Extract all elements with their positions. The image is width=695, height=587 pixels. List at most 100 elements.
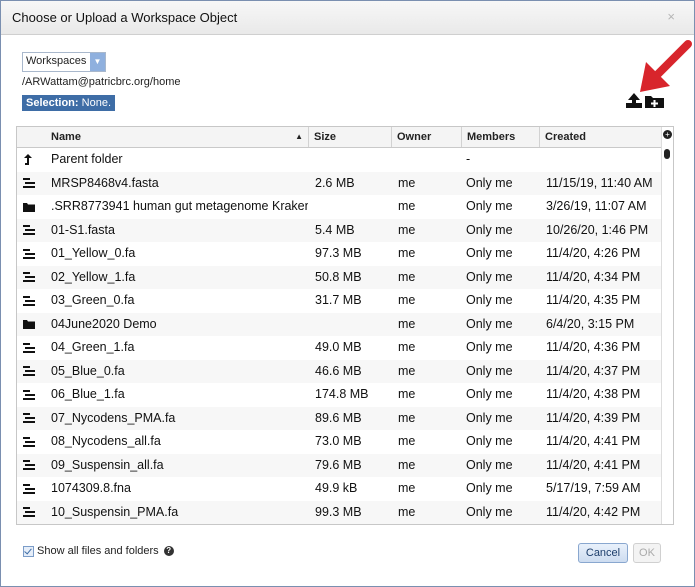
dialog-title: Choose or Upload a Workspace Object bbox=[12, 10, 238, 25]
chevron-down-icon[interactable]: ▼ bbox=[90, 53, 105, 71]
row-size: 89.6 MB bbox=[315, 410, 362, 425]
row-members: Only me bbox=[466, 457, 513, 472]
close-icon[interactable]: × bbox=[667, 9, 675, 24]
table-row[interactable]: Parent folder - bbox=[17, 148, 662, 172]
row-owner: me bbox=[398, 481, 416, 495]
row-owner: me bbox=[398, 410, 416, 425]
column-name-label: Name bbox=[51, 131, 81, 143]
row-members: Only me bbox=[466, 481, 513, 495]
file-icon bbox=[23, 477, 39, 501]
column-chooser-icon[interactable]: + bbox=[663, 130, 672, 139]
row-created: 11/4/20, 4:41 PM bbox=[546, 434, 641, 448]
table-row[interactable]: 07_Nycodens_PMA.fa 89.6 MB me Only me 11/4/2… bbox=[17, 406, 662, 430]
selection-badge: Selection: None. bbox=[22, 95, 115, 111]
table-row[interactable]: 05_Blue_0.fa 46.6 MB me Only me 11/4/20, 4:3… bbox=[17, 359, 662, 384]
sort-ascending-icon[interactable]: ▲ bbox=[295, 127, 303, 147]
row-owner: me bbox=[398, 222, 416, 237]
row-name: 05_Blue_0.fa bbox=[51, 363, 125, 378]
column-header-size[interactable]: Size bbox=[309, 127, 392, 147]
scrollbar-thumb[interactable] bbox=[664, 149, 670, 159]
grid-rows: Parent folder - MRSP8468v4.fasta 2.6 MB me On… bbox=[17, 148, 662, 524]
row-created: 5/17/19, 7:59 AM bbox=[546, 481, 641, 495]
table-row[interactable]: 03_Green_0.fa 31.7 MB me Only me 11/4/20, 4:… bbox=[17, 289, 662, 313]
row-owner: me bbox=[398, 199, 416, 213]
row-created: 3/26/19, 11:07 AM bbox=[546, 199, 647, 213]
row-members: Only me bbox=[466, 434, 513, 448]
row-members: - bbox=[466, 152, 471, 166]
table-row[interactable]: 08_Nycodens_all.fa 73.0 MB me Only me 11/4/2… bbox=[17, 430, 662, 454]
row-name: 10_Suspensin_PMA.fa bbox=[51, 504, 179, 519]
table-row[interactable]: .SRR8773941 human gut metagenome Kraken m… bbox=[17, 195, 662, 219]
row-name: .SRR8773941 human gut metagenome Kraken bbox=[51, 199, 308, 213]
column-header-owner[interactable]: Owner bbox=[392, 127, 462, 147]
column-header-created[interactable]: Created bbox=[540, 127, 662, 147]
row-created: 11/4/20, 4:36 PM bbox=[546, 340, 641, 354]
help-icon[interactable]: ? bbox=[163, 546, 174, 557]
row-owner: me bbox=[398, 387, 416, 401]
table-row[interactable]: 1074309.8.fna 49.9 kB me Only me 5/17/19, 7:… bbox=[17, 477, 662, 501]
table-row[interactable]: 06_Blue_1.fa 174.8 MB me Only me 11/4/20, 4:… bbox=[17, 383, 662, 407]
cancel-button[interactable]: Cancel bbox=[578, 543, 628, 563]
file-icon bbox=[23, 172, 39, 196]
show-all-option[interactable]: Show all files and folders ? bbox=[23, 545, 174, 557]
row-name: 03_Green_0.fa bbox=[51, 293, 135, 307]
row-members: Only me bbox=[466, 340, 513, 354]
grid-scrollbar[interactable]: + bbox=[661, 127, 673, 524]
row-created: 11/4/20, 4:37 PM bbox=[546, 363, 641, 378]
row-size bbox=[315, 313, 393, 337]
row-name: 01-S1.fasta bbox=[51, 222, 115, 237]
annotation-arrow-icon bbox=[640, 40, 692, 92]
column-header-name[interactable]: Name ▲ bbox=[17, 127, 309, 147]
file-icon bbox=[23, 289, 39, 313]
row-size: 97.3 MB bbox=[315, 246, 362, 260]
row-size: 50.8 MB bbox=[315, 269, 362, 284]
row-size: 99.3 MB bbox=[315, 504, 362, 519]
table-row[interactable]: 04_Green_1.fa 49.0 MB me Only me 11/4/20, 4:… bbox=[17, 336, 662, 360]
row-size: 46.6 MB bbox=[315, 363, 362, 378]
row-name: 07_Nycodens_PMA.fa bbox=[51, 410, 176, 425]
table-row[interactable]: 10_Suspensin_PMA.fa 99.3 MB me Only me 11/4/… bbox=[17, 500, 662, 525]
table-row[interactable]: 01-S1.fasta 5.4 MB me Only me 10/26/20, 1:46… bbox=[17, 218, 662, 242]
file-icon bbox=[23, 266, 39, 290]
new-folder-icon[interactable] bbox=[645, 96, 664, 108]
row-created: 11/4/20, 4:38 PM bbox=[546, 387, 641, 401]
row-name: 06_Blue_1.fa bbox=[51, 387, 125, 401]
row-members: Only me bbox=[466, 199, 513, 213]
table-row[interactable]: 01_Yellow_0.fa 97.3 MB me Only me 11/4/20, 4… bbox=[17, 242, 662, 266]
row-members: Only me bbox=[466, 504, 513, 519]
table-row[interactable]: 02_Yellow_1.fa 50.8 MB me Only me 11/4/20, 4… bbox=[17, 265, 662, 290]
file-icon bbox=[23, 360, 39, 384]
row-members: Only me bbox=[466, 246, 513, 260]
row-name: MRSP8468v4.fasta bbox=[51, 175, 159, 190]
row-created: 11/15/19, 11:40 AM bbox=[546, 175, 653, 190]
table-row[interactable]: 09_Suspensin_all.fa 79.6 MB me Only me 11/4/… bbox=[17, 453, 662, 478]
workspace-object-dialog: Choose or Upload a Workspace Object × Wo… bbox=[0, 0, 695, 587]
file-icon bbox=[23, 454, 39, 478]
row-created: 11/4/20, 4:34 PM bbox=[546, 269, 641, 284]
workspace-dropdown[interactable]: Workspaces ▼ bbox=[22, 52, 106, 72]
file-icon bbox=[23, 501, 39, 525]
selection-label: Selection: bbox=[26, 97, 79, 109]
row-members: Only me bbox=[466, 387, 513, 401]
row-size: 49.0 MB bbox=[315, 340, 362, 354]
table-row[interactable]: 04June2020 Demo me Only me 6/4/20, 3:15 PM bbox=[17, 312, 662, 337]
file-icon bbox=[23, 336, 39, 360]
show-all-checkbox[interactable] bbox=[23, 545, 34, 557]
table-row[interactable]: MRSP8468v4.fasta 2.6 MB me Only me 11/15/19,… bbox=[17, 171, 662, 196]
row-owner: me bbox=[398, 246, 416, 260]
row-size bbox=[315, 195, 393, 219]
folder-icon bbox=[23, 313, 39, 337]
row-name: 04June2020 Demo bbox=[51, 316, 157, 331]
row-owner bbox=[398, 148, 458, 172]
column-header-members[interactable]: Members bbox=[462, 127, 540, 147]
row-created: 11/4/20, 4:26 PM bbox=[546, 246, 641, 260]
dialog-titlebar: Choose or Upload a Workspace Object × bbox=[1, 1, 694, 35]
row-owner: me bbox=[398, 316, 416, 331]
file-icon bbox=[23, 383, 39, 407]
row-name: Parent folder bbox=[51, 152, 123, 166]
row-members: Only me bbox=[466, 269, 513, 284]
row-created: 11/4/20, 4:39 PM bbox=[546, 410, 641, 425]
row-members: Only me bbox=[466, 410, 513, 425]
row-members: Only me bbox=[466, 222, 513, 237]
ok-button[interactable]: OK bbox=[633, 543, 661, 563]
